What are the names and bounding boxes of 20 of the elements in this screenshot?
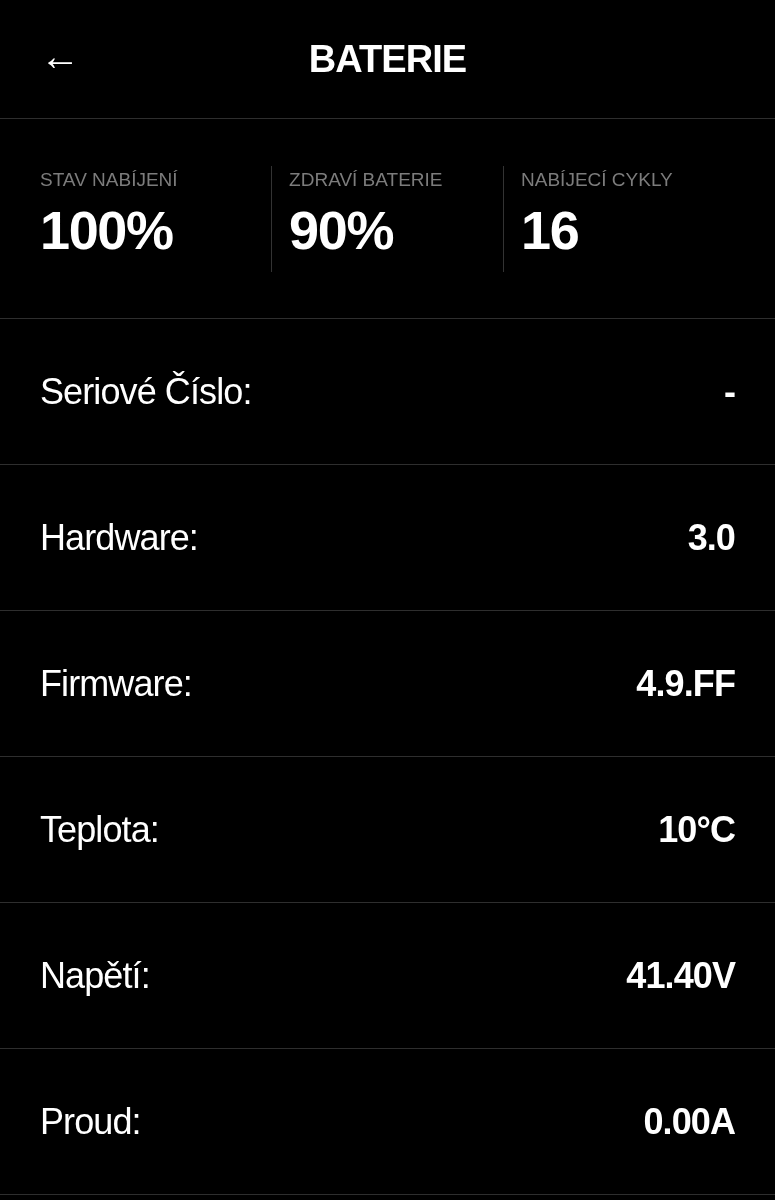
- stat-value: 100%: [40, 202, 174, 257]
- stat-label: NABÍJECÍ CYKLY: [521, 169, 674, 189]
- row-label: Proud:: [40, 1099, 141, 1144]
- row-label: Hardware:: [40, 515, 198, 560]
- row-value: 0.00A: [643, 1099, 735, 1144]
- back-button[interactable]: ←: [40, 36, 80, 76]
- row-label: Teplota:: [40, 807, 159, 852]
- stat-value: 16: [521, 202, 580, 257]
- row-value: 3.0: [687, 515, 735, 560]
- row-value: 41.40V: [626, 953, 735, 998]
- row-value: 4.9.FF: [636, 661, 735, 706]
- row-label: Seriové Číslo:: [40, 369, 252, 414]
- page-title: BATERIE: [308, 36, 467, 82]
- stat-label: STAV NABÍJENÍ: [40, 169, 179, 189]
- stat-value: 90%: [289, 202, 395, 257]
- row-value: -: [723, 369, 735, 414]
- row-label: Napětí:: [40, 953, 150, 998]
- row-label: Firmware:: [40, 661, 192, 706]
- row-value: 10°C: [658, 807, 735, 852]
- stat-label: ZDRAVÍ BATERIE: [289, 169, 444, 189]
